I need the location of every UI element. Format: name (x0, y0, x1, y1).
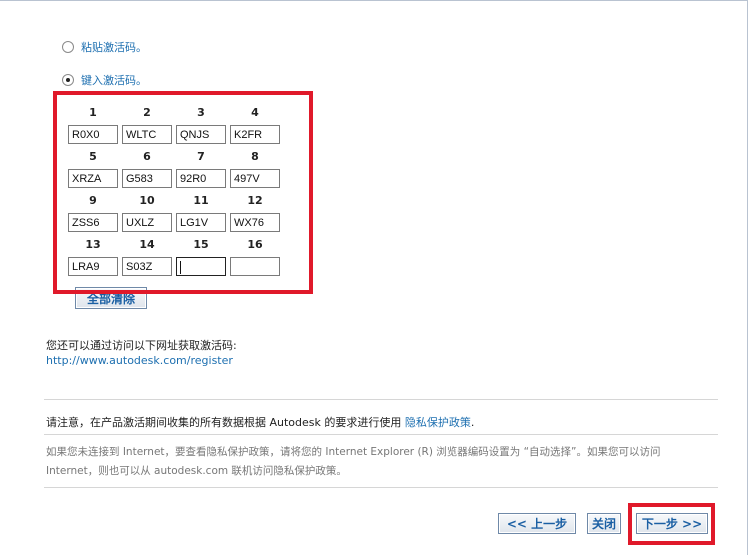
offline-privacy-note: 如果您未连接到 Internet，要查看隐私保护政策，请将您的 Internet… (46, 443, 696, 481)
type-radio-label[interactable]: 键入激活码。 (81, 72, 147, 88)
divider-middle (44, 434, 718, 435)
type-radio-button[interactable] (62, 74, 74, 86)
paste-radio-label[interactable]: 粘贴激活码。 (81, 39, 147, 55)
option-paste-code[interactable]: 粘贴激活码。 (62, 39, 147, 55)
close-button[interactable]: 关闭 (587, 513, 621, 534)
window-top-border (0, 0, 748, 1)
divider-bottom (44, 487, 718, 488)
privacy-policy-link[interactable]: 隐私保护政策 (405, 416, 471, 429)
paste-radio-button[interactable] (62, 41, 74, 53)
privacy-notice-end: . (470, 416, 475, 429)
privacy-notice-text: 请注意，在产品激活期间收集的所有数据根据 Autodesk 的要求进行使用 (46, 416, 402, 429)
privacy-notice: 请注意，在产品激活期间收集的所有数据根据 Autodesk 的要求进行使用 隐私… (46, 414, 474, 430)
offline-note-line-2: Internet，则也可以从 autodesk.com 联机访问隐私保护政策。 (46, 465, 347, 477)
divider-top (44, 399, 718, 400)
option-type-code[interactable]: 键入激活码。 (62, 72, 147, 88)
offline-note-line-1: 如果您未连接到 Internet，要查看隐私保护政策，请将您的 Internet… (46, 446, 661, 458)
next-highlight-box (628, 503, 715, 545)
grid-highlight-box (53, 91, 313, 294)
register-link[interactable]: http://www.autodesk.com/register (46, 354, 233, 367)
alt-activation-text: 您还可以通过访问以下网址获取激活码: (46, 339, 237, 352)
back-button[interactable]: << 上一步 (498, 513, 576, 534)
